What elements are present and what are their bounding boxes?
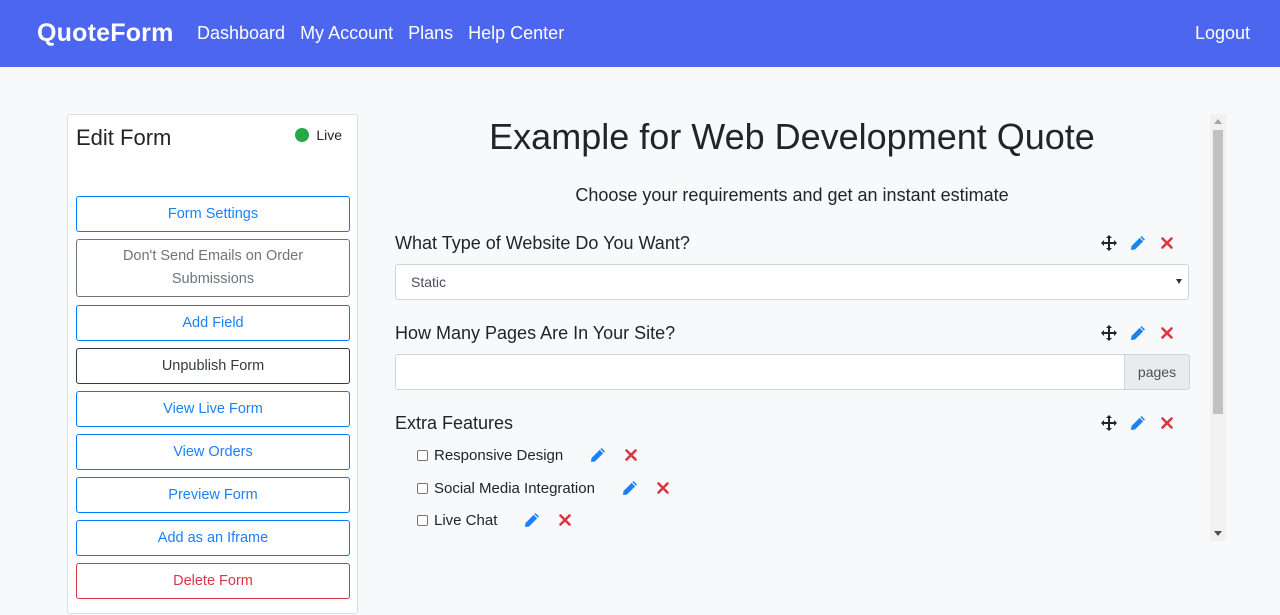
- social-media-checkbox[interactable]: [417, 482, 428, 494]
- chevron-down-icon: [1176, 279, 1182, 284]
- move-icon[interactable]: [1100, 414, 1118, 432]
- edit-form-sidebar: Edit Form Live Form Settings Don't Send …: [67, 114, 358, 614]
- page-count-input-group: pages: [395, 354, 1190, 390]
- form-settings-button[interactable]: Form Settings: [76, 196, 350, 232]
- field-label-website-type: What Type of Website Do You Want?: [395, 233, 690, 253]
- close-icon[interactable]: [1158, 324, 1176, 342]
- field-actions-website-type: [1100, 234, 1176, 252]
- close-icon[interactable]: [556, 511, 574, 529]
- sidebar-title: Edit Form: [76, 125, 172, 150]
- option-label: Live Chat: [434, 511, 498, 529]
- page-subtitle: Choose your requirements and get an inst…: [575, 185, 1009, 205]
- nav-link-help-center[interactable]: Help Center: [468, 23, 564, 44]
- view-live-form-button[interactable]: View Live Form: [76, 391, 350, 427]
- pencil-icon[interactable]: [1129, 234, 1147, 252]
- page-count-addon: pages: [1125, 354, 1190, 390]
- feature-option-responsive-design: Responsive Design: [417, 446, 640, 464]
- logout-link[interactable]: Logout: [1195, 23, 1250, 44]
- field-label-page-count: How Many Pages Are In Your Site?: [395, 323, 676, 343]
- website-type-selected-value: Static: [411, 274, 447, 290]
- option-label: Responsive Design: [434, 446, 564, 464]
- nav-link-plans[interactable]: Plans: [408, 23, 453, 44]
- close-icon[interactable]: [1158, 234, 1176, 252]
- nav-links: Dashboard My Account Plans Help Center: [197, 23, 564, 44]
- pencil-icon[interactable]: [589, 446, 607, 464]
- brand-logo[interactable]: QuoteForm: [37, 19, 174, 48]
- field-actions-extra-features: [1100, 414, 1176, 432]
- field-actions-page-count: [1100, 324, 1176, 342]
- pencil-icon[interactable]: [621, 479, 639, 497]
- close-icon[interactable]: [1158, 414, 1176, 432]
- nav-link-my-account[interactable]: My Account: [300, 23, 393, 44]
- field-label-extra-features: Extra Features: [395, 413, 514, 433]
- close-icon[interactable]: [654, 479, 672, 497]
- nav-link-dashboard[interactable]: Dashboard: [197, 23, 285, 44]
- close-icon[interactable]: [622, 446, 640, 464]
- scrollbar-thumb[interactable]: [1213, 130, 1223, 414]
- scroll-up-arrow-icon[interactable]: [1214, 119, 1222, 124]
- unpublish-form-button[interactable]: Unpublish Form: [76, 348, 350, 384]
- add-field-button[interactable]: Add Field: [76, 305, 350, 341]
- preview-form-button[interactable]: Preview Form: [76, 477, 350, 513]
- form-preview-scrollbar[interactable]: [1210, 114, 1226, 541]
- move-icon[interactable]: [1100, 234, 1118, 252]
- responsive-design-checkbox[interactable]: [417, 449, 428, 461]
- pencil-icon[interactable]: [523, 511, 541, 529]
- page-count-input[interactable]: [395, 354, 1125, 390]
- live-chat-checkbox[interactable]: [417, 514, 428, 526]
- status-badge: Live: [295, 127, 342, 143]
- delete-form-button[interactable]: Delete Form: [76, 563, 350, 599]
- live-status-dot-icon: [295, 128, 310, 142]
- navbar: QuoteForm Dashboard My Account Plans Hel…: [0, 0, 1280, 67]
- feature-option-live-chat: Live Chat: [417, 511, 574, 529]
- feature-option-social-media: Social Media Integration: [417, 479, 672, 497]
- scroll-down-arrow-icon[interactable]: [1214, 531, 1222, 536]
- pencil-icon[interactable]: [1129, 324, 1147, 342]
- view-orders-button[interactable]: View Orders: [76, 434, 350, 470]
- pencil-icon[interactable]: [1129, 414, 1147, 432]
- move-icon[interactable]: [1100, 324, 1118, 342]
- option-label: Social Media Integration: [434, 479, 595, 497]
- add-iframe-button[interactable]: Add as an Iframe: [76, 520, 350, 556]
- website-type-select[interactable]: Static: [395, 264, 1189, 300]
- status-label: Live: [316, 127, 342, 143]
- page-title: Example for Web Development Quote: [489, 116, 1095, 157]
- dont-send-emails-button[interactable]: Don't Send Emails on Order Submissions: [76, 239, 350, 297]
